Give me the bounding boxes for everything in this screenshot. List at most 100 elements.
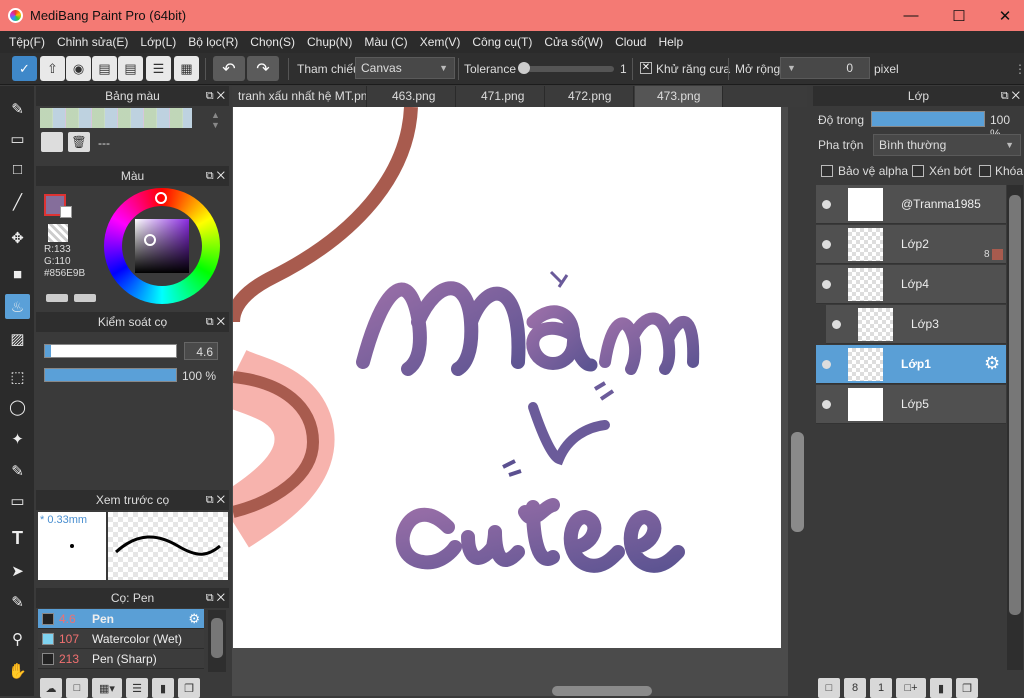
saturation-value-square[interactable] (135, 219, 189, 273)
eye-icon[interactable] (822, 360, 831, 369)
brush-menu-icon[interactable]: ▦▾ (92, 678, 122, 698)
menu-select[interactable]: Chọn(S) (244, 35, 301, 49)
expand-spinbox[interactable]: ▼ 0 (780, 57, 870, 79)
eyedropper-icon[interactable]: ⚲ (5, 626, 30, 651)
select-rect-icon[interactable]: ⬚ (5, 364, 30, 389)
panel-popout-icon[interactable]: ⧉ ✕ (1001, 86, 1020, 106)
gear-icon[interactable]: ⚙ (984, 353, 1000, 374)
gear-icon[interactable]: ⚙ (188, 611, 200, 627)
menu-edit[interactable]: Chỉnh sửa(E) (51, 35, 134, 49)
divide-icon[interactable]: ✎ (5, 589, 30, 614)
layer-item[interactable]: Lớp3 (826, 305, 1006, 344)
blend-mode-select[interactable]: Bình thường ▼ (873, 134, 1021, 156)
panel-popout-icon[interactable]: ⧉ ✕ (206, 312, 225, 332)
color-picker-cursor[interactable] (144, 234, 156, 246)
magic-wand-icon[interactable]: ✦ (5, 426, 30, 451)
protect-alpha-checkbox[interactable] (821, 165, 833, 177)
canvas-vertical-scrollbar[interactable] (788, 107, 807, 696)
text-icon[interactable]: T (5, 526, 30, 551)
new-8bit-layer-icon[interactable]: 8 (844, 678, 866, 698)
new-1bit-layer-icon[interactable]: 1 (870, 678, 892, 698)
panel-popout-icon[interactable]: ⧉ ✕ (206, 490, 225, 510)
brush-size-slider[interactable] (44, 344, 177, 358)
list-icon[interactable]: ☰ (146, 56, 171, 81)
operation-icon[interactable]: ➤ (5, 558, 30, 583)
eraser-icon[interactable]: ▭ (5, 126, 30, 151)
drawing-canvas[interactable] (233, 107, 781, 648)
move-icon[interactable]: ✥ (5, 225, 30, 250)
speech-bubble-icon[interactable]: ◉ (66, 56, 91, 81)
reference-select[interactable]: Canvas ▼ (355, 57, 455, 79)
menu-capture[interactable]: Chụp(N) (301, 35, 358, 49)
layer-item-selected[interactable]: Lớp1 ⚙ (816, 345, 1006, 384)
brush-item[interactable]: 4.6 Pen ⚙ (38, 609, 204, 629)
maximize-button[interactable]: ☐ (936, 0, 982, 31)
palette-scroll-icon[interactable]: ▲ ▼ (211, 110, 220, 130)
brush-opacity-slider[interactable] (44, 368, 177, 382)
menu-cloud[interactable]: Cloud (609, 35, 652, 49)
menu-window[interactable]: Cửa sổ(W) (538, 35, 609, 49)
panel-popout-icon[interactable]: ⧉ ✕ (206, 166, 225, 186)
panel-popout-icon[interactable]: ⧉ ✕ (206, 588, 225, 608)
layer-list-scrollbar[interactable] (1007, 185, 1023, 670)
page-icon[interactable]: ▤ (118, 56, 143, 81)
color-eyedrop-button[interactable] (74, 294, 96, 302)
tab-document-active[interactable]: 473.png (635, 86, 723, 107)
menu-file[interactable]: Tệp(F) (3, 35, 51, 49)
add-layer-menu-icon[interactable]: □+ (896, 678, 926, 698)
new-palette-icon[interactable] (41, 132, 63, 152)
brush-icon[interactable]: ✎ (5, 96, 30, 121)
cloud-icon[interactable]: ☁ (40, 678, 62, 698)
tab-document[interactable]: 472.png (546, 86, 634, 107)
tolerance-slider-knob[interactable] (518, 62, 530, 74)
duplicate-icon[interactable]: ❐ (178, 678, 200, 698)
layer-item[interactable]: @Tranma1985 (816, 185, 1006, 224)
eye-icon[interactable] (832, 320, 841, 329)
line-brush-icon[interactable]: ╱ (5, 189, 30, 214)
eye-icon[interactable] (822, 280, 831, 289)
layer-item[interactable]: Lớp4 (816, 265, 1006, 304)
layer-scroll-thumb[interactable] (1009, 195, 1021, 615)
transparent-color-swatch[interactable] (48, 224, 68, 242)
brush-list-scrollbar[interactable] (208, 610, 226, 672)
canvas-scroll-thumb[interactable] (791, 432, 804, 532)
tolerance-slider[interactable] (518, 66, 614, 72)
layer-item[interactable]: Lớp5 (816, 385, 1006, 424)
toolbar-overflow-icon[interactable]: ⋮ (1014, 62, 1024, 76)
grid-icon[interactable]: ▦ (174, 56, 199, 81)
hue-picker-cursor[interactable] (155, 192, 167, 204)
duplicate-layer-icon[interactable]: ❐ (956, 678, 978, 698)
lock-checkbox[interactable] (979, 165, 991, 177)
undo-button[interactable]: ↶ (213, 56, 245, 81)
menu-color[interactable]: Màu (C) (358, 35, 413, 49)
hand-icon[interactable]: ✋ (5, 658, 30, 683)
trash-icon[interactable]: 🗑 (68, 132, 90, 152)
menu-tools[interactable]: Công cụ(T) (466, 35, 538, 49)
color-mode-button[interactable] (46, 294, 68, 302)
color-swatch-grid[interactable] (40, 108, 192, 128)
fill-rect-icon[interactable]: ■ (5, 262, 30, 287)
brush-list-scroll-thumb[interactable] (211, 618, 223, 658)
bucket-icon[interactable]: ♨ (5, 294, 30, 319)
antialias-checkbox[interactable]: ✕ (640, 62, 652, 74)
eye-icon[interactable] (822, 200, 831, 209)
menu-filter[interactable]: Bộ lọc(R) (182, 35, 244, 49)
lasso-icon[interactable]: ◯ (5, 394, 30, 419)
brush-item[interactable]: 107 Watercolor (Wet) (38, 629, 204, 649)
folder-icon[interactable]: ▮ (152, 678, 174, 698)
menu-help[interactable]: Help (652, 35, 689, 49)
brush-settings-icon[interactable]: ☰ (126, 678, 148, 698)
menu-view[interactable]: Xem(V) (414, 35, 467, 49)
new-layer-icon[interactable]: □ (818, 678, 840, 698)
redo-button[interactable]: ↷ (247, 56, 279, 81)
check-icon[interactable]: ✓ (12, 56, 37, 81)
panel-popout-icon[interactable]: ⧉ ✕ (206, 86, 225, 106)
rectangle-icon[interactable]: □ (5, 157, 30, 182)
minimize-button[interactable]: — (888, 0, 934, 31)
eye-icon[interactable] (822, 240, 831, 249)
tab-document[interactable]: 471.png (457, 86, 545, 107)
canvas-horizontal-scroll-thumb[interactable] (552, 686, 652, 696)
layer-folder-icon[interactable]: ▮ (930, 678, 952, 698)
menu-layer[interactable]: Lớp(L) (134, 35, 182, 49)
clipping-checkbox[interactable] (912, 165, 924, 177)
